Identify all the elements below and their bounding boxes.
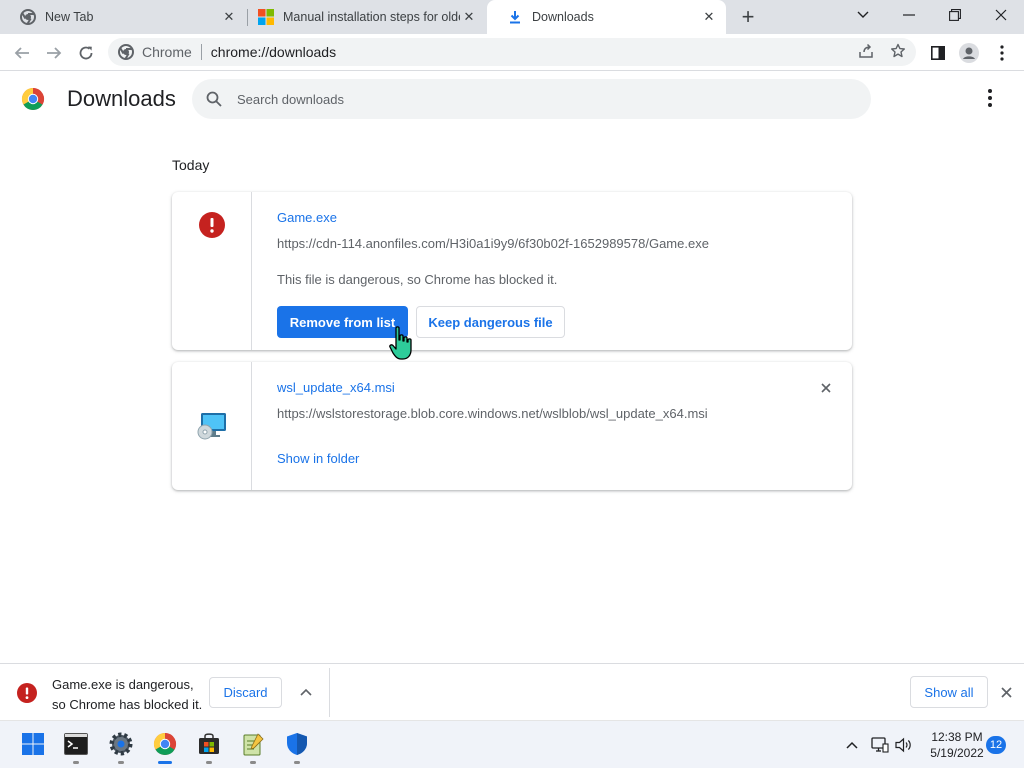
- running-indicator: [250, 761, 256, 764]
- chrome-logo-icon: [21, 87, 45, 116]
- volume-icon[interactable]: [894, 735, 914, 755]
- hand-pointer-cursor-icon: [389, 326, 415, 367]
- show-all-button[interactable]: Show all: [910, 676, 988, 708]
- running-indicator: [118, 761, 124, 764]
- installer-file-icon: [196, 411, 228, 446]
- microsoft-icon: [258, 9, 274, 25]
- windows-start-icon[interactable]: [19, 730, 47, 758]
- minimize-button[interactable]: [886, 0, 932, 30]
- running-indicator: [73, 761, 79, 764]
- share-icon[interactable]: [858, 43, 874, 62]
- tab-close-icon[interactable]: ✕: [460, 8, 478, 26]
- page-title: Downloads: [67, 86, 176, 111]
- omnibox-divider: [200, 44, 202, 60]
- windows-security-shield-icon[interactable]: [283, 730, 311, 758]
- download-icon: [507, 9, 523, 25]
- keep-dangerous-file-button[interactable]: Keep dangerous file: [416, 306, 565, 338]
- search-input[interactable]: [237, 91, 837, 107]
- tab-close-icon[interactable]: ✕: [220, 8, 238, 26]
- danger-warning-icon: [199, 212, 225, 243]
- running-indicator: [294, 761, 300, 764]
- toolbar: Chrome chrome://downloads: [0, 34, 1024, 71]
- close-shelf-icon[interactable]: [997, 683, 1015, 701]
- show-in-folder-link[interactable]: Show in folder: [277, 451, 359, 466]
- active-indicator: [158, 761, 172, 764]
- shelf-divider: [329, 668, 330, 717]
- chrome-icon: [20, 9, 36, 25]
- download-filename[interactable]: wsl_update_x64.msi: [277, 380, 395, 395]
- tab-label: Downloads: [532, 10, 594, 24]
- tab-search-icon[interactable]: [840, 0, 886, 30]
- download-filename[interactable]: Game.exe: [277, 210, 337, 225]
- discard-button[interactable]: Discard: [209, 677, 282, 708]
- download-item-icon-column: [172, 362, 252, 490]
- remove-item-close-icon[interactable]: [817, 379, 835, 397]
- restore-button[interactable]: [932, 0, 978, 30]
- download-item-icon-column: [172, 192, 252, 350]
- reload-button[interactable]: [72, 39, 100, 67]
- side-panel-icon[interactable]: [924, 39, 952, 67]
- tab-downloads[interactable]: Downloads ✕: [487, 0, 726, 34]
- tab-wsl-install[interactable]: Manual installation steps for older vers…: [238, 0, 486, 34]
- tab-close-icon[interactable]: ✕: [700, 8, 718, 26]
- bookmark-star-icon[interactable]: [890, 43, 906, 62]
- taskbar-clock[interactable]: 12:38 PM 5/19/2022: [918, 729, 996, 761]
- chevron-up-icon[interactable]: [297, 683, 315, 701]
- new-tab-button[interactable]: +: [736, 4, 760, 29]
- downloads-menu-icon[interactable]: [980, 88, 1000, 108]
- shelf-message-line: Game.exe is dangerous,: [52, 677, 194, 692]
- back-button[interactable]: [8, 39, 36, 67]
- clock-time: 12:38 PM: [931, 730, 983, 744]
- download-url: https://wslstorestorage.blob.core.window…: [277, 406, 708, 421]
- download-item-wsl-update: wsl_update_x64.msi https://wslstorestora…: [172, 362, 852, 490]
- omnibox-url: chrome://downloads: [210, 44, 337, 60]
- date-group-label: Today: [172, 157, 210, 173]
- taskbar: 12:38 PM 5/19/2022 12: [0, 720, 1024, 768]
- profile-avatar[interactable]: [955, 39, 983, 67]
- network-icon[interactable]: [870, 735, 890, 755]
- chrome-taskbar-icon[interactable]: [151, 730, 179, 758]
- search-icon: [204, 89, 224, 109]
- close-window-button[interactable]: [978, 0, 1024, 30]
- download-shelf: Game.exe is dangerous, so Chrome has blo…: [0, 663, 1024, 720]
- settings-gear-icon[interactable]: [107, 730, 135, 758]
- shelf-message-line: so Chrome has blocked it.: [52, 697, 203, 712]
- notepad-icon[interactable]: [239, 730, 267, 758]
- tab-new-tab[interactable]: New Tab ✕: [0, 0, 246, 34]
- browser-menu-icon[interactable]: [988, 39, 1016, 67]
- omnibox-site-label: Chrome: [142, 44, 192, 60]
- download-url: https://cdn-114.anonfiles.com/H3i0a1i9y9…: [277, 236, 709, 251]
- shelf-warning-message: Game.exe is dangerous, so Chrome has blo…: [52, 675, 202, 715]
- tab-strip: New Tab ✕ Manual installation steps for …: [0, 0, 1024, 34]
- store-icon[interactable]: [195, 730, 223, 758]
- download-status: This file is dangerous, so Chrome has bl…: [277, 272, 558, 287]
- search-downloads-box[interactable]: [192, 79, 871, 119]
- downloads-header: Downloads: [0, 71, 1024, 127]
- danger-warning-icon: [17, 683, 37, 708]
- tab-label: New Tab: [45, 10, 94, 24]
- clock-date: 5/19/2022: [930, 746, 984, 760]
- terminal-icon[interactable]: [62, 730, 90, 758]
- tab-label: Manual installation steps for older vers…: [283, 10, 460, 24]
- notification-badge[interactable]: 12: [986, 736, 1006, 754]
- address-bar[interactable]: Chrome chrome://downloads: [108, 38, 916, 66]
- running-indicator: [206, 761, 212, 764]
- tray-chevron-up-icon[interactable]: [842, 735, 862, 755]
- download-item-game-exe: Game.exe https://cdn-114.anonfiles.com/H…: [172, 192, 852, 350]
- forward-button[interactable]: [40, 39, 68, 67]
- chrome-site-icon: [118, 44, 134, 60]
